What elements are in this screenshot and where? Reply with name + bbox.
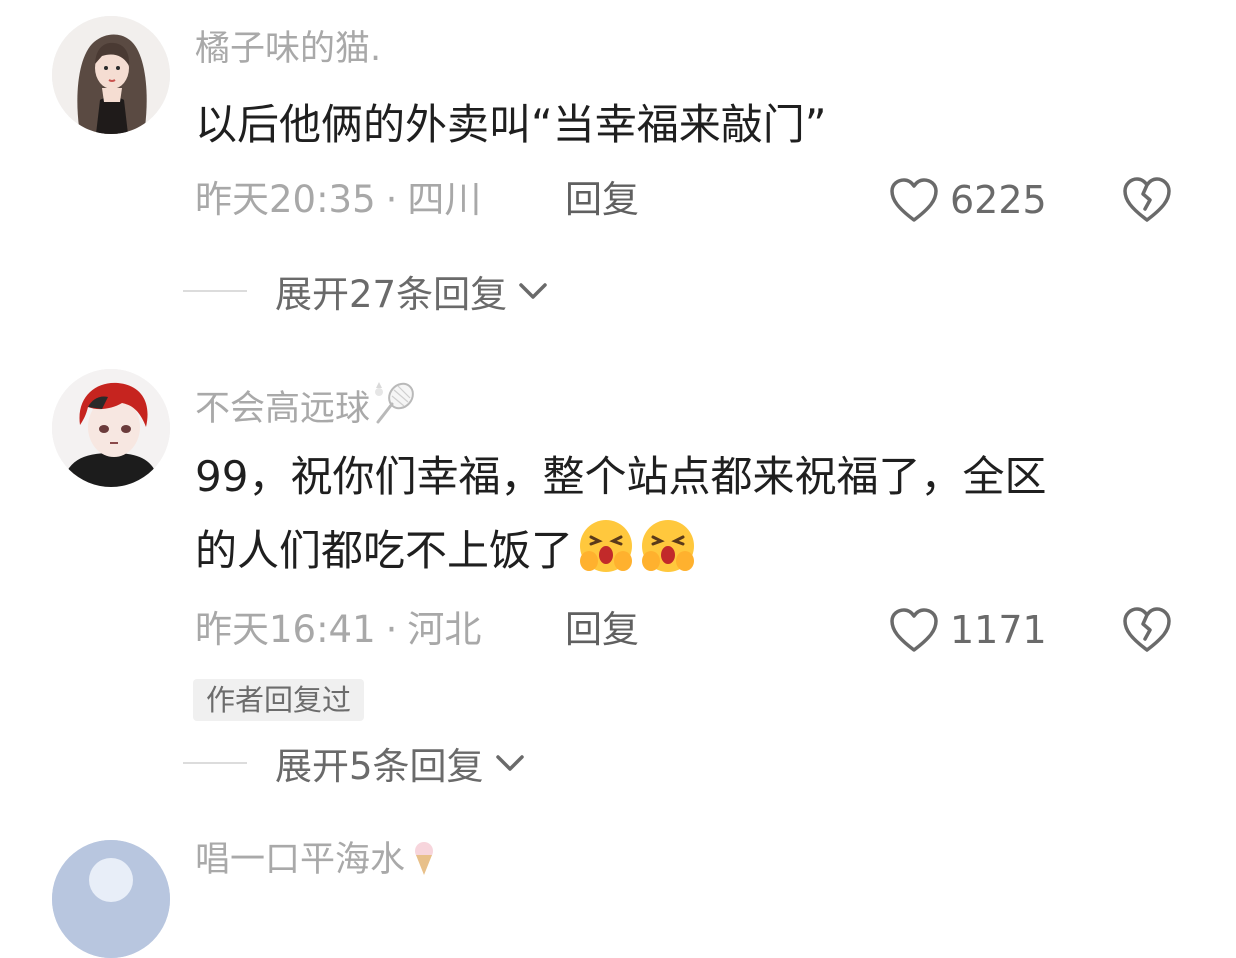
heart-outline-icon [890, 608, 938, 652]
comment-text-fragment: 的人们都吃不上饭了 [195, 526, 574, 575]
like-count: 1171 [950, 608, 1047, 652]
heart-outline-icon [890, 178, 938, 222]
like-count: 6225 [950, 178, 1047, 222]
username[interactable]: 橘子味的猫. [195, 27, 381, 71]
divider-line [183, 762, 247, 764]
username-text: 不会高远球 [195, 389, 371, 429]
comment-time: 昨天16:41 [195, 608, 376, 651]
comment-location: 河北 [407, 608, 482, 651]
comment-meta: 昨天16:41 · 河北 [195, 606, 481, 654]
avatar[interactable] [52, 16, 170, 134]
reply-button[interactable]: 回复 [565, 176, 639, 224]
crying-laughing-emoji [580, 520, 633, 572]
expand-replies-label: 展开5条回复 [275, 745, 484, 788]
comment-text: 以后他俩的外卖叫“当幸福来敲门” [195, 100, 827, 149]
avatar-girl-image [52, 16, 170, 134]
crying-laughing-emoji [642, 520, 695, 572]
like-button[interactable]: 1171 [888, 604, 1047, 656]
comment-text-line: 99，祝你们幸福，整个站点都来祝福了，全区 [195, 452, 1047, 501]
comment-time: 昨天20:35 [195, 178, 376, 221]
broken-heart-icon[interactable] [1120, 604, 1174, 654]
expand-replies-button[interactable]: 展开27条回复 [183, 266, 551, 316]
comment-text: 99，祝你们幸福，整个站点都来祝福了，全区 的人们都吃不上饭了 [195, 440, 1185, 588]
reply-button[interactable]: 回复 [565, 606, 639, 654]
comment-location: 四川 [407, 178, 482, 221]
meta-separator: · [385, 608, 398, 651]
avatar-anime-boy-image [52, 369, 170, 487]
broken-heart-icon[interactable] [1120, 174, 1174, 224]
chevron-down-icon [519, 283, 547, 299]
avatar-image [52, 840, 170, 958]
author-replied-badge: 作者回复过 [193, 679, 365, 721]
expand-replies-label: 展开27条回复 [275, 273, 508, 316]
avatar[interactable] [52, 369, 170, 487]
comment-text-line: 的人们都吃不上饭了 [195, 514, 1185, 588]
like-button[interactable]: 6225 [888, 174, 1047, 226]
username-text: 唱一口平海水 [195, 840, 406, 880]
username[interactable]: 不会高远球 [195, 380, 418, 431]
meta-separator: · [385, 178, 398, 221]
expand-replies-button[interactable]: 展开5条回复 [183, 738, 528, 788]
avatar[interactable] [52, 840, 170, 958]
username[interactable]: 唱一口平海水 [195, 838, 443, 882]
badminton-racket-icon [375, 382, 414, 424]
comment-meta: 昨天20:35 · 四川 [195, 176, 481, 224]
divider-line [183, 290, 247, 292]
chevron-down-icon [495, 755, 524, 771]
ice-cream-icon [415, 842, 434, 875]
